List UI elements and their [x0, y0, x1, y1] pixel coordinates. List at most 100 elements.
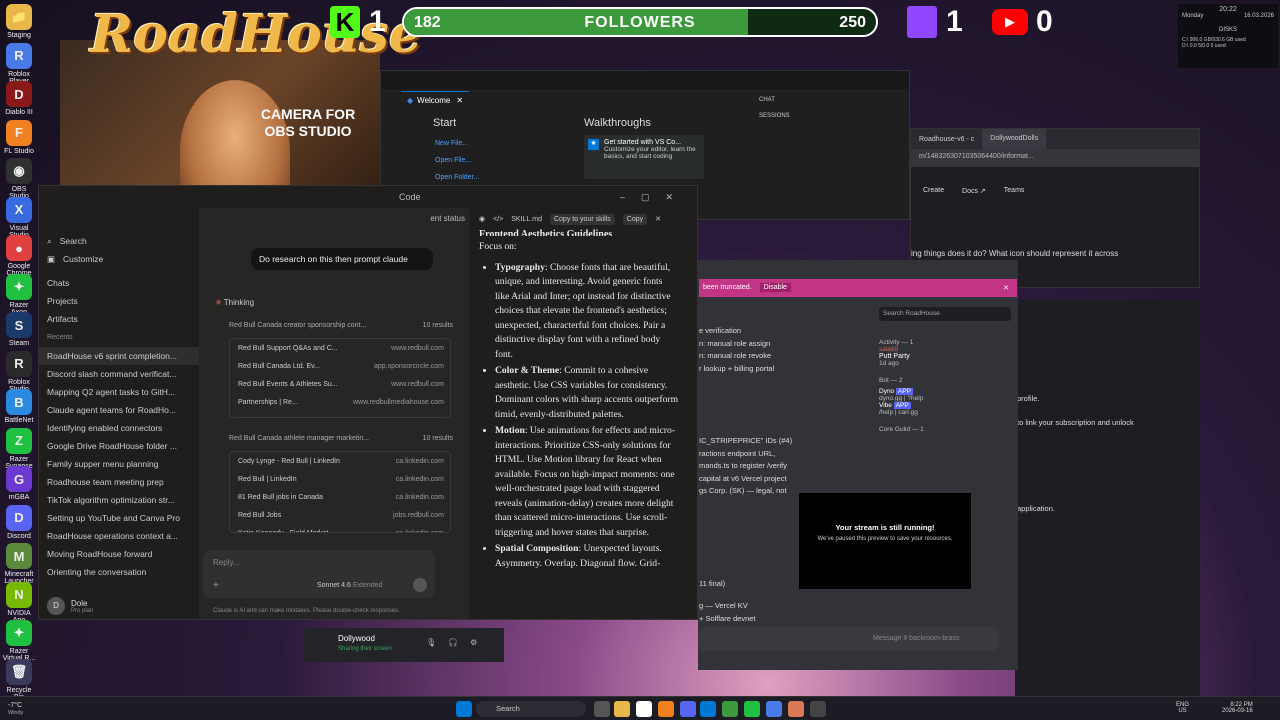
disable-button[interactable]: Disable — [759, 283, 791, 292]
recent-chat-item[interactable]: Moving RoadHouse forward — [39, 545, 199, 563]
start-item[interactable]: Open File... — [435, 152, 479, 169]
search-result[interactable]: Katie Kennedy - Field Market... ca.linked… — [230, 524, 450, 533]
model-selector[interactable]: Sonnet 4.6 Extended — [317, 582, 382, 589]
close-icon[interactable]: ✕ — [1003, 284, 1009, 292]
search-result[interactable]: Red Bull Support Q&As and C... www.redbul… — [230, 339, 450, 357]
explorer-icon[interactable] — [614, 701, 630, 717]
desktop-icon[interactable]: 📁 Staging — [2, 4, 36, 39]
language[interactable]: ENG US — [1176, 702, 1189, 714]
recent-chat-item[interactable]: Discord slash command verificat... — [39, 365, 199, 383]
search-result[interactable]: Red Bull Events & Athletes Su... www.redb… — [230, 375, 450, 393]
desktop-icon[interactable]: ●Google Chrome — [2, 235, 36, 277]
reply-box[interactable]: Reply... + Sonnet 4.6 Extended — [203, 550, 435, 598]
task-view-icon[interactable] — [594, 701, 610, 717]
window-controls[interactable]: –▢✕ — [620, 192, 689, 203]
obs-icon[interactable] — [810, 701, 826, 717]
recent-chat-item[interactable]: RoadHouse v6 sprint completion... — [39, 347, 199, 365]
result-title: Red Bull Support Q&As and C... — [238, 344, 338, 352]
fl-studio-icon[interactable] — [658, 701, 674, 717]
search2-header[interactable]: Red Bull Canada athlete manager marketin… — [229, 435, 453, 442]
add-icon[interactable]: + — [213, 580, 219, 591]
recent-chat-item[interactable]: Claude agent teams for RoadHo... — [39, 401, 199, 419]
close-icon[interactable]: ✕ — [456, 96, 463, 105]
recent-chat-item[interactable]: Identifying enabled connectors — [39, 419, 199, 437]
recent-chat-item[interactable]: RoadHouse operations context a... — [39, 527, 199, 545]
chrome-icon[interactable] — [766, 701, 782, 717]
copy-to-skills-button[interactable]: Copy to your skills — [549, 213, 615, 225]
eye-icon[interactable]: ◉ — [479, 215, 485, 223]
razer-icon[interactable] — [744, 701, 760, 717]
recent-chat-item[interactable]: Google Drive RoadHouse folder ... — [39, 437, 199, 455]
desktop-icon[interactable]: XVisual Studio — [2, 196, 36, 239]
desktop-icon[interactable]: D Diablo III — [2, 81, 36, 116]
desktop-icon[interactable]: ✦Razer Axon — [2, 273, 36, 316]
desktop-icon[interactable]: ✦Razer Virtual R... — [2, 620, 36, 662]
desktop-icon[interactable]: ◉OBS Studio — [2, 158, 36, 200]
reply-input[interactable]: Reply... — [213, 558, 240, 567]
desktop-icon[interactable]: RRoblox Studio — [2, 350, 36, 393]
search-result[interactable]: 81 Red Bull jobs in Canada ca.linkedin.co… — [230, 488, 450, 506]
search1-header[interactable]: Red Bull Canada creator sponsorship cont… — [229, 322, 453, 329]
user-profile[interactable]: D Dole Pro plan — [47, 597, 93, 615]
teams-link[interactable]: Teams — [1004, 187, 1025, 195]
chrome-icon[interactable] — [636, 701, 652, 717]
search-result[interactable]: Partnerships | Re... www.redbullmediahous… — [230, 393, 450, 411]
start-icon[interactable] — [456, 701, 472, 717]
recent-chat-item[interactable]: Mapping Q2 agent tasks to GitH... — [39, 383, 199, 401]
desktop-icon[interactable]: B BattleNet — [2, 389, 36, 424]
desktop-icon[interactable]: S Steam — [2, 312, 36, 347]
start-item[interactable]: Open Folder... — [435, 169, 479, 186]
desktop-icon-label: Discord — [7, 532, 31, 540]
search-result[interactable]: Red Bull Jobs jobs.redbull.com — [230, 506, 450, 524]
start-item[interactable]: New File... — [435, 135, 479, 152]
search-icon: ⌕ — [47, 235, 52, 246]
desktop-icon[interactable]: NNVIDIA App — [2, 581, 36, 624]
search-result[interactable]: Cody Lynge - Red Bull | LinkedIn ca.linke… — [230, 452, 450, 470]
desktop-icon[interactable]: RRoblox Player — [2, 42, 36, 85]
recent-chat-item[interactable]: Setting up YouTube and Canva Pro — [39, 509, 199, 527]
recent-chat-item[interactable]: Roadhouse team meeting prep — [39, 473, 199, 491]
tab-welcome[interactable]: ◆ Welcome ✕ — [401, 91, 470, 109]
sidebar-item-artifacts[interactable]: Artifacts — [39, 310, 199, 328]
customize-item[interactable]: ▣ Customize — [39, 250, 199, 268]
visual-studio-icon: X — [6, 196, 32, 223]
docs-link[interactable]: Docs ↗ — [962, 187, 986, 195]
recent-chat-item[interactable]: Orienting the conversation — [39, 563, 199, 581]
search-item[interactable]: ⌕ Search — [39, 232, 199, 250]
claude-icon[interactable] — [788, 701, 804, 717]
discord-search[interactable]: Search RoadHouse — [879, 307, 1011, 321]
result-title: Cody Lynge - Red Bull | LinkedIn — [238, 457, 340, 465]
sidebar-item-chats[interactable]: Chats — [39, 274, 199, 292]
obs-studio-icon: ◉ — [6, 158, 32, 184]
desktop-icon[interactable]: F FL Studio — [2, 119, 36, 155]
discord-icon[interactable] — [680, 701, 696, 717]
weather[interactable]: -7°C Windy — [8, 702, 23, 716]
message-line: + Solflare devnet — [699, 613, 756, 623]
vscode-icon[interactable] — [700, 701, 716, 717]
browser-url[interactable]: m/1483263071035064400/informat... — [911, 149, 1199, 167]
search-result[interactable]: Sponsorship - Red Bull www.redbull.com — [230, 411, 450, 418]
recent-chat-item[interactable]: TikTok algorithm optimization str... — [39, 491, 199, 509]
sidebar-item-projects[interactable]: Projects — [39, 292, 199, 310]
desktop-icon[interactable]: GmGBA — [2, 466, 36, 501]
search-result[interactable]: Red Bull Canada Ltd. Ev... app.sponsorcir… — [230, 357, 450, 375]
close-icon[interactable]: ✕ — [655, 215, 661, 223]
taskbar-search[interactable]: Search — [476, 701, 586, 717]
walkthrough-card[interactable]: ★ Get started with VS Co... Customize yo… — [584, 135, 704, 179]
message-input[interactable]: Message # backroom-brass — [699, 627, 999, 651]
browser-tab-2[interactable]: DollywoodDolls — [982, 129, 1047, 149]
code-icon[interactable]: </> — [493, 216, 503, 223]
browser-tab-1[interactable]: Roadhouse-v6 - c — [911, 136, 982, 143]
voice-controls[interactable]: 🎙🎧⚙ — [426, 638, 489, 647]
roblox-studio-icon: R — [6, 350, 32, 377]
create-button[interactable]: Create — [923, 187, 944, 195]
excel-icon[interactable] — [722, 701, 738, 717]
recent-chat-item[interactable]: Family supper menu planning — [39, 455, 199, 473]
voice-button[interactable] — [413, 578, 427, 592]
desktop-icon[interactable]: D Discord — [2, 504, 36, 540]
taskbar-clock[interactable]: 8:22 PM 2026-03-16 — [1222, 702, 1253, 714]
search-result[interactable]: Red Bull | LinkedIn ca.linkedin.com — [230, 470, 450, 488]
copy-button[interactable]: Copy — [622, 213, 648, 225]
desktop-icon[interactable]: MMinecraft Launcher — [2, 543, 36, 585]
desktop-icon[interactable]: 🗑Recycle Bin — [2, 658, 36, 701]
